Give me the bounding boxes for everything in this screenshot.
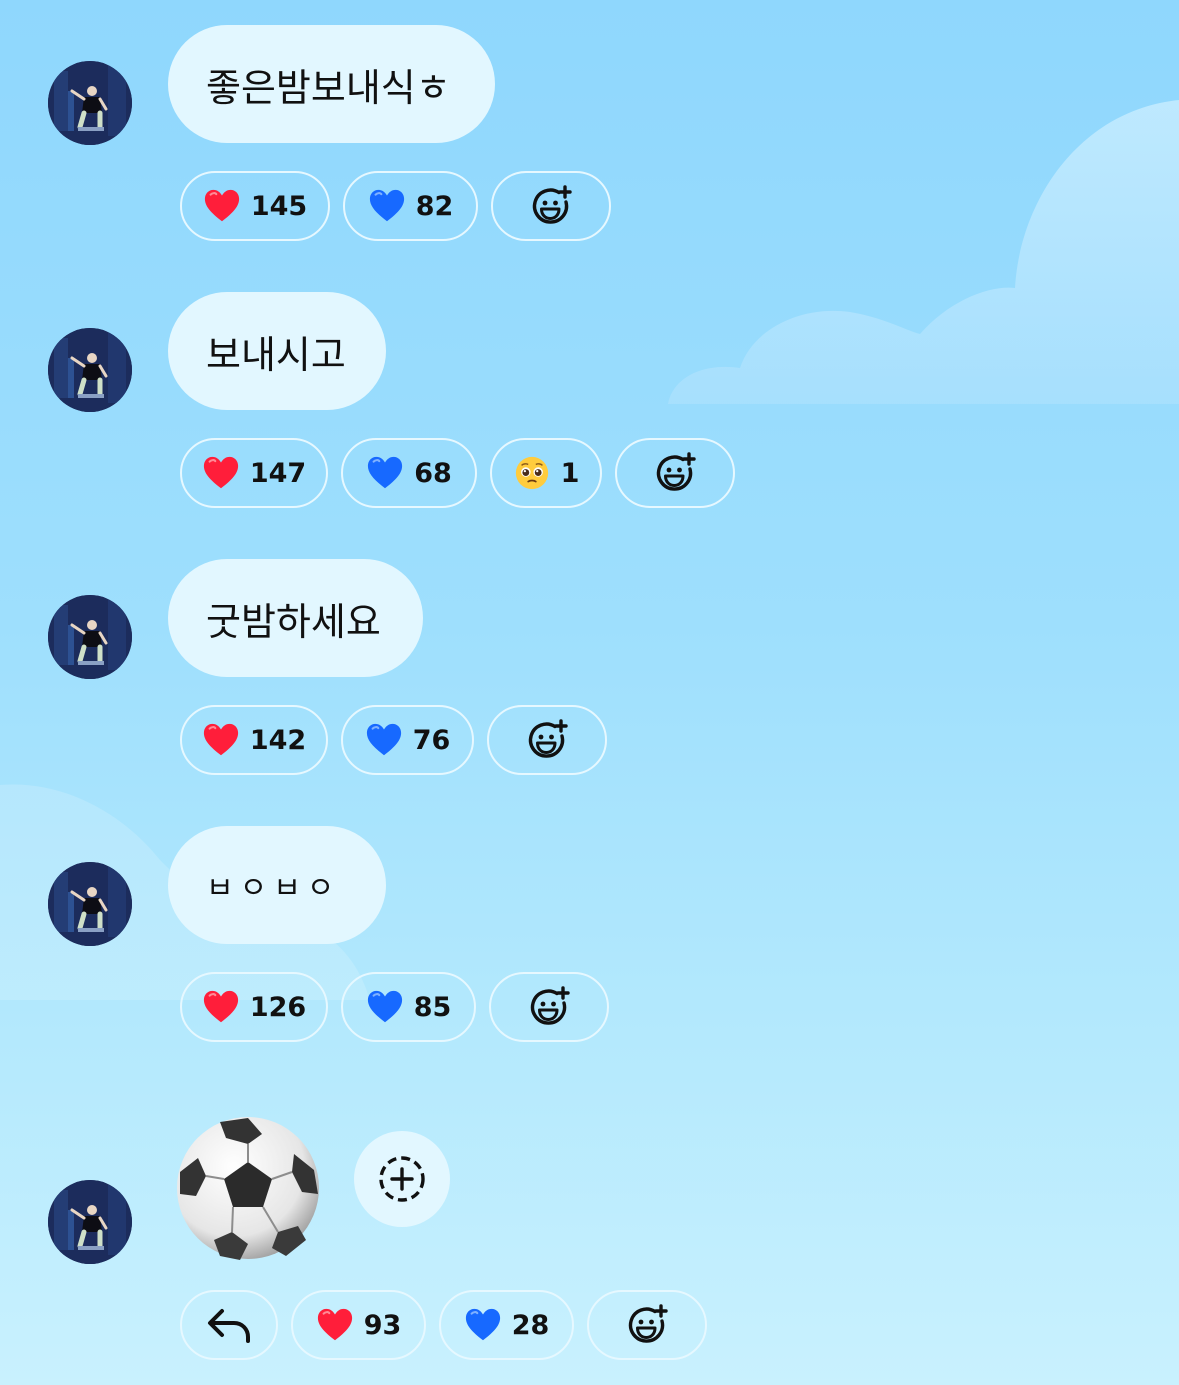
reaction-count: 147 [249, 457, 307, 489]
message-bubble[interactable]: ㅂㅇㅂㅇ [168, 826, 386, 944]
reaction-red-heart[interactable]: 93 [291, 1290, 426, 1360]
reaction-count: 126 [249, 991, 307, 1023]
reaction-red-heart[interactable]: 147 [180, 438, 328, 508]
red-heart-icon [202, 988, 240, 1026]
red-heart-icon [316, 1306, 354, 1344]
reaction-count: 145 [250, 190, 308, 222]
avatar[interactable] [48, 595, 132, 679]
reaction-blue-heart[interactable]: 76 [341, 705, 474, 775]
add-sticker-button[interactable] [354, 1131, 450, 1227]
reaction-count: 93 [363, 1309, 402, 1341]
reaction-count: 85 [413, 991, 452, 1023]
reaction-count: 1 [560, 457, 580, 489]
add-reaction-button[interactable] [487, 705, 607, 775]
add-reaction-button[interactable] [587, 1290, 707, 1360]
blue-heart-icon [365, 721, 403, 759]
blue-heart-icon [366, 454, 404, 492]
avatar[interactable] [48, 862, 132, 946]
message-bubble[interactable]: 보내시고 [168, 292, 386, 410]
reaction-count: 28 [511, 1309, 550, 1341]
add-reaction-button[interactable] [489, 972, 609, 1042]
blue-heart-icon [368, 187, 406, 225]
add-sticker-icon [379, 1156, 425, 1202]
message-bubble[interactable]: 좋은밤보내식ㅎ [168, 25, 495, 143]
add-reaction-icon [529, 184, 573, 228]
avatar[interactable] [48, 61, 132, 145]
reaction-red-heart[interactable]: 145 [180, 171, 330, 241]
soccer-ball-sticker[interactable] [174, 1114, 322, 1262]
add-reaction-icon [525, 718, 569, 762]
avatar[interactable] [48, 328, 132, 412]
reaction-bar: 147 68 1 [180, 438, 735, 508]
reaction-count: 142 [249, 724, 307, 756]
pleading-face-icon [513, 454, 551, 492]
reply-arrow-icon [206, 1305, 252, 1345]
add-reaction-icon [527, 985, 571, 1029]
reply-button[interactable] [180, 1290, 278, 1360]
reaction-blue-heart[interactable]: 82 [343, 171, 478, 241]
blue-heart-icon [464, 1306, 502, 1344]
reaction-red-heart[interactable]: 142 [180, 705, 328, 775]
reaction-bar: 142 76 [180, 705, 607, 775]
reaction-bar: 93 28 [180, 1290, 707, 1360]
message-bubble[interactable]: 굿밤하세요 [168, 559, 423, 677]
reaction-bar: 126 85 [180, 972, 609, 1042]
red-heart-icon [202, 454, 240, 492]
reaction-count: 68 [414, 457, 452, 489]
reaction-pleading-face[interactable]: 1 [490, 438, 602, 508]
reaction-count: 82 [415, 190, 454, 222]
reaction-bar: 145 82 [180, 171, 611, 241]
blue-heart-icon [366, 988, 404, 1026]
red-heart-icon [203, 187, 241, 225]
add-reaction-icon [625, 1303, 669, 1347]
red-heart-icon [202, 721, 240, 759]
add-reaction-button[interactable] [491, 171, 611, 241]
reaction-blue-heart[interactable]: 68 [341, 438, 477, 508]
add-reaction-button[interactable] [615, 438, 735, 508]
add-reaction-icon [653, 451, 697, 495]
reaction-blue-heart[interactable]: 28 [439, 1290, 574, 1360]
reaction-red-heart[interactable]: 126 [180, 972, 328, 1042]
reaction-count: 76 [412, 724, 451, 756]
reaction-blue-heart[interactable]: 85 [341, 972, 476, 1042]
avatar[interactable] [48, 1180, 132, 1264]
